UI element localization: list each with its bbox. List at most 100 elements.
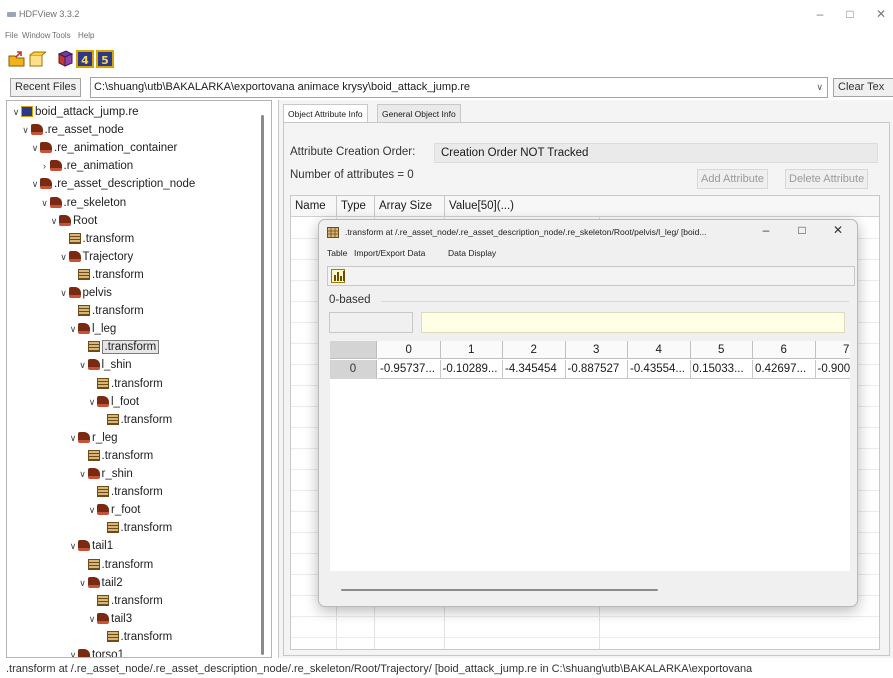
tree-item-group[interactable]: ∨ l_leg xyxy=(68,320,116,338)
close-button[interactable]: ✕ xyxy=(869,5,893,23)
tree-item-group[interactable]: ∨ pelvis xyxy=(59,284,112,302)
grid-cell[interactable]: 0.42697... xyxy=(753,360,816,379)
tree-item-dataset[interactable]: .transform xyxy=(87,483,163,501)
tree-item-group[interactable]: ∨ Trajectory xyxy=(59,248,133,266)
expand-toggle-icon[interactable]: ∨ xyxy=(11,103,21,121)
grid-column-header[interactable]: 1 xyxy=(440,341,503,359)
grid-cell[interactable]: -4.345454 xyxy=(503,360,566,379)
tree-item-group[interactable]: ∨ l_foot xyxy=(87,393,139,411)
recent-files-combo[interactable]: C:\shuang\utb\BAKALARKA\exportovana anim… xyxy=(90,77,828,98)
tree-item-dataset[interactable]: .transform xyxy=(87,592,163,610)
add-attribute-button[interactable]: Add Attribute xyxy=(697,169,768,189)
menu-file[interactable]: File xyxy=(5,31,18,40)
tree-item-group[interactable]: ∨ r_leg xyxy=(68,429,118,447)
grid-column-header[interactable]: 0 xyxy=(378,341,441,359)
tree-item-group[interactable]: ∨ .re_animation_container xyxy=(30,139,177,157)
expand-toggle-icon[interactable]: ∨ xyxy=(59,284,69,302)
dialog-menu-data-display[interactable]: Data Display xyxy=(448,248,496,258)
grid-column-header[interactable]: 2 xyxy=(503,341,566,359)
grid-cell[interactable]: 0.15033... xyxy=(690,360,753,379)
tree-scrollbar[interactable] xyxy=(261,115,264,655)
dialog-maximize-button[interactable]: □ xyxy=(792,223,812,237)
grid-cell[interactable]: -0.887527 xyxy=(565,360,628,379)
grid-cell[interactable]: -0.10289... xyxy=(440,360,503,379)
tree-item-dataset[interactable]: .transform xyxy=(78,338,160,356)
dialog-menu-table[interactable]: Table xyxy=(327,248,347,258)
tree-item-dataset[interactable]: .transform xyxy=(97,628,172,646)
tab-general-object-info[interactable]: General Object Info xyxy=(377,104,461,122)
hdf5-library-icon[interactable]: 5 xyxy=(96,50,114,68)
tree-item-group[interactable]: ∨ tail2 xyxy=(78,574,123,592)
dialog-minimize-button[interactable]: – xyxy=(756,223,776,237)
expand-toggle-icon[interactable]: ∨ xyxy=(78,574,88,592)
new-file-icon[interactable] xyxy=(28,50,48,68)
expand-toggle-icon[interactable]: ∨ xyxy=(68,320,78,338)
expand-toggle-icon[interactable]: › xyxy=(40,157,50,175)
expand-toggle-icon[interactable]: ∨ xyxy=(87,610,97,628)
chevron-down-icon[interactable]: ∨ xyxy=(816,78,823,97)
menu-tools[interactable]: Tools xyxy=(52,31,71,40)
expand-toggle-icon[interactable]: ∨ xyxy=(78,356,88,374)
tree-item-dataset[interactable]: .transform xyxy=(68,302,144,320)
expand-toggle-icon[interactable]: ∨ xyxy=(78,465,88,483)
expand-toggle-icon[interactable]: ∨ xyxy=(87,501,97,519)
column-header-type[interactable]: Type xyxy=(337,196,375,216)
tree-item-group[interactable]: ∨ l_shin xyxy=(78,356,132,374)
tree-item-dataset[interactable]: .transform xyxy=(78,447,153,465)
open-folder-icon[interactable] xyxy=(8,50,26,68)
delete-attribute-button[interactable]: Delete Attribute xyxy=(785,169,869,189)
tree-item-group[interactable]: ∨ r_shin xyxy=(78,465,133,483)
expand-toggle-icon[interactable]: ∨ xyxy=(68,429,78,447)
maximize-button[interactable]: □ xyxy=(838,5,862,23)
grid-cell[interactable]: -0.9000 xyxy=(815,360,850,379)
column-header-array-size[interactable]: Array Size xyxy=(375,196,445,216)
grid-cell[interactable]: -0.43554... xyxy=(628,360,691,379)
expand-toggle-icon[interactable]: ∨ xyxy=(21,121,31,139)
column-header-value[interactable]: Value[50](...) xyxy=(445,196,595,216)
tree-item-group[interactable]: ∨ tail1 xyxy=(68,537,113,555)
menu-window[interactable]: Window xyxy=(22,31,50,40)
grid-column-header[interactable]: 6 xyxy=(753,341,816,359)
grid-column-header[interactable]: 5 xyxy=(690,341,753,359)
expand-toggle-icon[interactable]: ∨ xyxy=(30,139,40,157)
grid-cell[interactable]: -0.95737... xyxy=(378,360,441,379)
expand-toggle-icon[interactable]: ∨ xyxy=(40,194,50,212)
tree-item-group[interactable]: ∨ .re_asset_node xyxy=(21,121,124,139)
column-header-name[interactable]: Name xyxy=(291,196,337,216)
tree-item-group[interactable]: ∨ torso1 xyxy=(68,646,124,657)
expand-toggle-icon[interactable]: ∨ xyxy=(87,393,97,411)
dataset-table-dialog[interactable]: .transform at /.re_asset_node/.re_asset_… xyxy=(318,219,858,607)
recent-files-button[interactable]: Recent Files xyxy=(10,78,82,97)
tree-item-dataset[interactable]: .transform xyxy=(78,556,153,574)
tree-item-group[interactable]: ∨ .re_asset_description_node xyxy=(30,175,195,193)
grid-column-header[interactable]: 7 xyxy=(815,341,850,359)
expand-toggle-icon[interactable]: ∨ xyxy=(59,248,69,266)
tree-item-group[interactable]: ∨ tail3 xyxy=(87,610,132,628)
tree-item-dataset[interactable]: .transform xyxy=(97,411,172,429)
hdf4-library-icon[interactable]: 4 xyxy=(76,50,94,68)
menu-help[interactable]: Help xyxy=(78,31,94,40)
dialog-menu-import-export[interactable]: Import/Export Data xyxy=(354,248,425,258)
help-book-icon[interactable] xyxy=(56,50,74,68)
tree-item-group[interactable]: ∨ r_foot xyxy=(87,501,140,519)
expand-toggle-icon[interactable]: ∨ xyxy=(68,646,78,657)
expand-toggle-icon[interactable]: ∨ xyxy=(30,175,40,193)
tree-item-group[interactable]: ∨ boid_attack_jump.re xyxy=(11,103,139,121)
tab-object-attribute-info[interactable]: Object Attribute Info xyxy=(283,104,368,122)
cell-value-field[interactable] xyxy=(421,312,845,333)
data-grid[interactable]: 01234567 0 -0.95737... -0.10289... -4.3454… xyxy=(330,341,850,571)
horizontal-scrollbar[interactable] xyxy=(341,589,658,591)
tree-item-dataset[interactable]: .transform xyxy=(59,230,134,248)
cell-reference-field[interactable] xyxy=(329,312,413,333)
tree-item-group[interactable]: › .re_animation xyxy=(40,157,133,175)
grid-column-header[interactable]: 3 xyxy=(565,341,628,359)
tree-item-dataset[interactable]: .transform xyxy=(87,375,163,393)
line-chart-icon[interactable] xyxy=(331,269,345,283)
clear-text-button[interactable]: Clear Tex xyxy=(833,78,893,97)
expand-toggle-icon[interactable]: ∨ xyxy=(49,212,59,230)
file-tree[interactable]: ∨ boid_attack_jump.re ∨ .re_asset_node ∨ .re_… xyxy=(6,100,272,658)
expand-toggle-icon[interactable]: ∨ xyxy=(68,537,78,555)
tree-item-group[interactable]: ∨ Root xyxy=(49,212,97,230)
tree-item-dataset[interactable]: .transform xyxy=(97,519,172,537)
tree-item-dataset[interactable]: .transform xyxy=(68,266,144,284)
